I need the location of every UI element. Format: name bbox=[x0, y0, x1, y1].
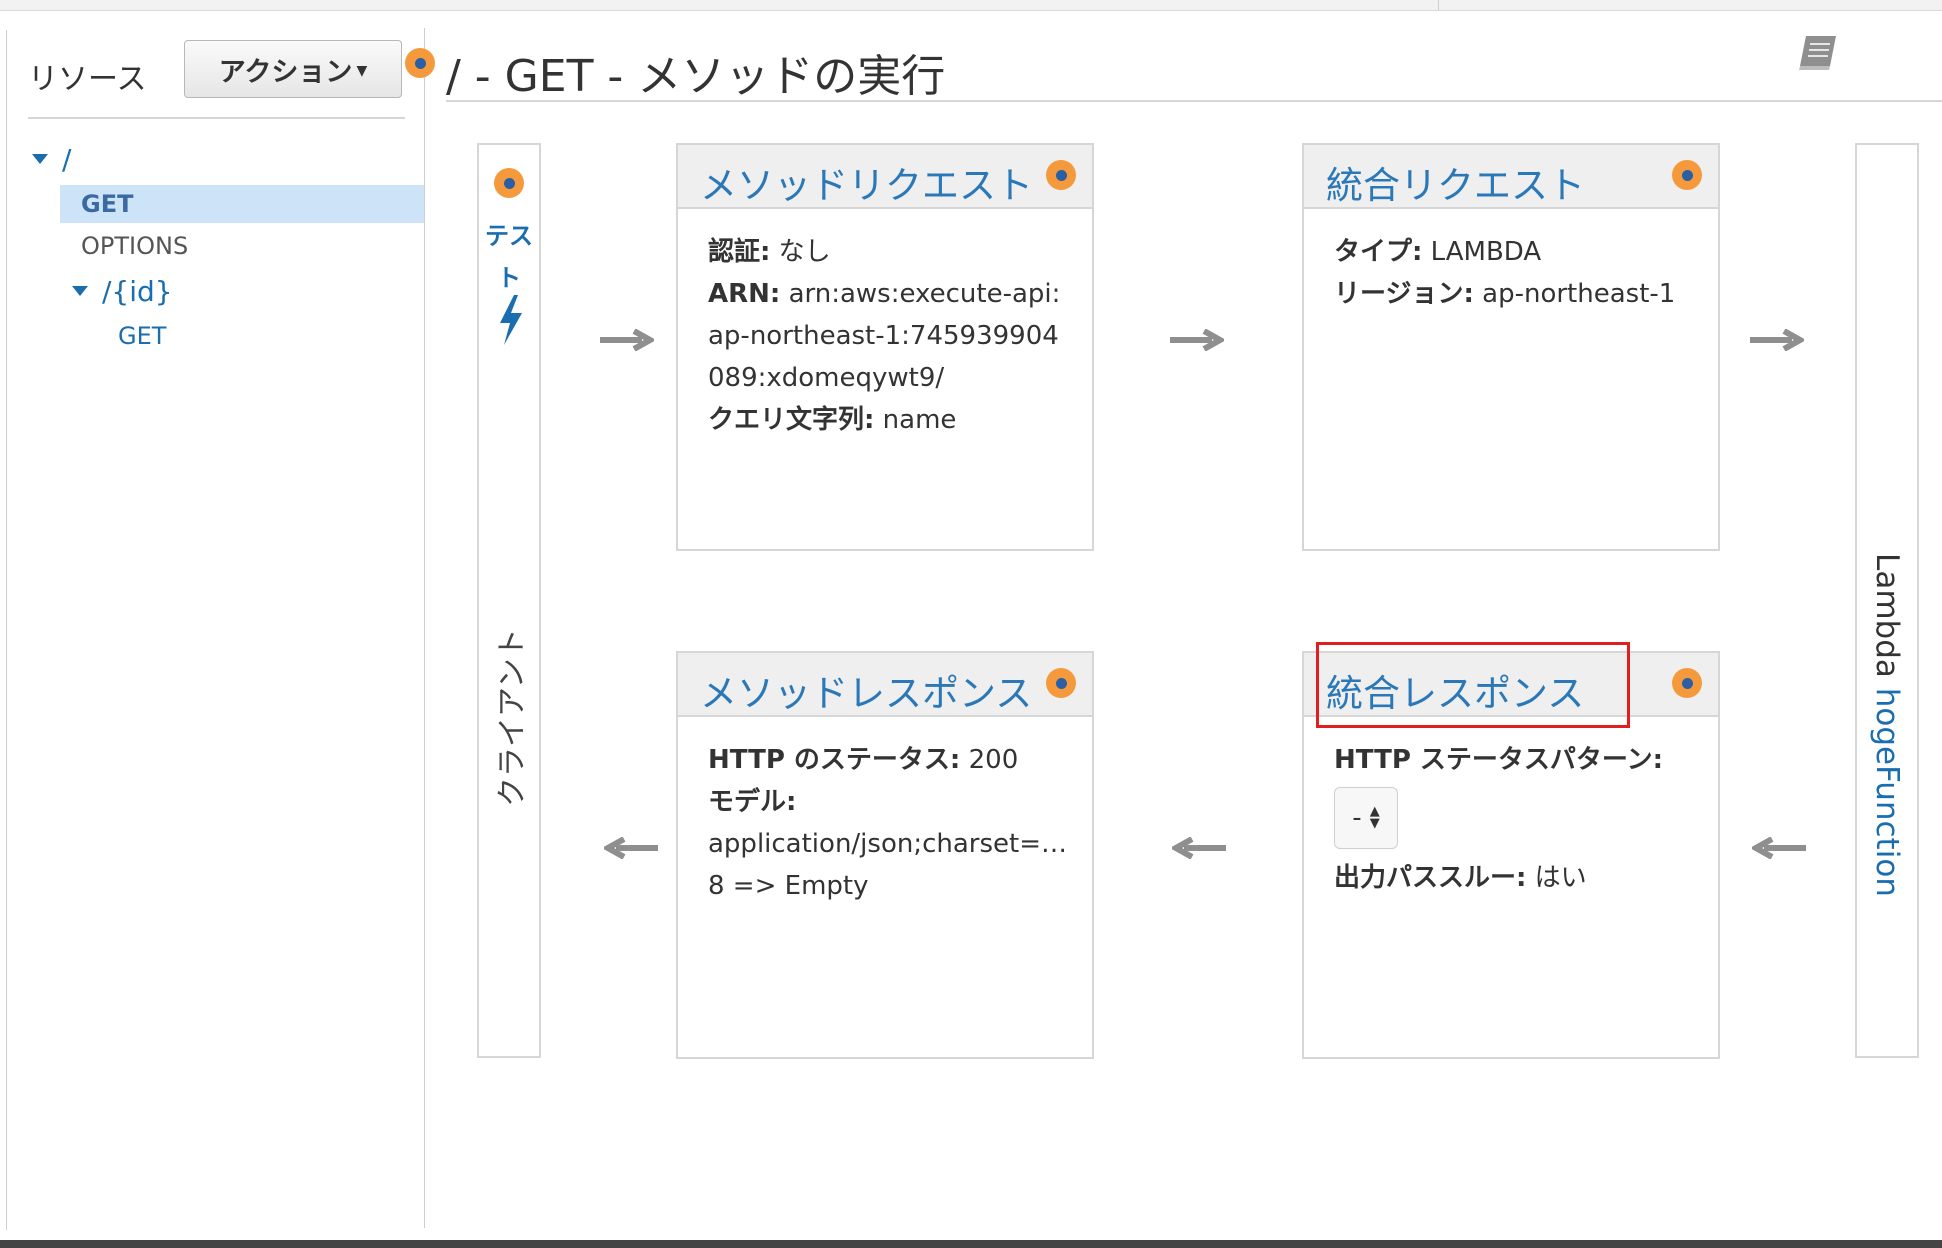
select-value: - bbox=[1352, 803, 1362, 833]
test-label-line[interactable]: テス bbox=[479, 215, 539, 257]
card-body: HTTP ステータスパターン: - ▲ ▼ 出力パススルー: はい bbox=[1304, 717, 1718, 1017]
info-icon[interactable] bbox=[405, 48, 435, 78]
lightning-icon[interactable] bbox=[496, 295, 524, 349]
status-row: HTTP のステータス: 200 bbox=[708, 739, 1092, 781]
model-value-cont: 8 => Empty bbox=[708, 871, 869, 901]
method-response-card: メソッドレスポンス HTTP のステータス: 200 モデル: applicat… bbox=[676, 651, 1094, 1059]
model-value: application/json;charset=UT… bbox=[708, 829, 1078, 859]
query-value: name bbox=[882, 405, 957, 435]
expand-triangle-icon[interactable] bbox=[72, 286, 88, 296]
arrow-left-icon bbox=[1752, 837, 1806, 859]
auth-value: なし bbox=[778, 237, 831, 267]
header-divider bbox=[446, 100, 1942, 102]
pattern-row: HTTP ステータスパターン: bbox=[1334, 739, 1718, 781]
integration-request-card: 統合リクエスト タイプ: LAMBDA リージョン: ap-northeast-… bbox=[1302, 143, 1720, 551]
card-body: HTTP のステータス: 200 モデル: application/json;c… bbox=[678, 717, 1092, 907]
passthrough-label: 出力パススルー: bbox=[1334, 863, 1527, 893]
card-body: タイプ: LAMBDA リージョン: ap-northeast-1 bbox=[1304, 209, 1718, 509]
region-value: ap-northeast-1 bbox=[1482, 279, 1676, 309]
status-label: HTTP のステータス: bbox=[708, 745, 961, 775]
tree-method-label[interactable]: GET bbox=[81, 190, 133, 218]
client-column: テス ト クライアント bbox=[477, 143, 541, 1058]
passthrough-row: 出力パススルー: はい bbox=[1334, 857, 1718, 899]
test-label-line[interactable]: ト bbox=[479, 257, 539, 299]
book-icon[interactable] bbox=[1796, 32, 1840, 76]
up-down-arrows-icon: ▲ ▼ bbox=[1369, 804, 1380, 831]
actions-button-label: アクション bbox=[218, 56, 353, 88]
sidebar-divider bbox=[28, 117, 405, 119]
type-label: タイプ: bbox=[1334, 237, 1423, 267]
card-header: メソッドレスポンス bbox=[678, 653, 1092, 717]
page-title: / - GET - メソッドの実行 bbox=[446, 51, 946, 102]
status-value: 200 bbox=[968, 745, 1019, 775]
tree-node-id[interactable]: /{id} bbox=[72, 272, 173, 310]
tree-method-label[interactable]: GET bbox=[118, 322, 166, 350]
tree-method-get-selected[interactable]: GET bbox=[60, 185, 425, 223]
info-icon[interactable] bbox=[1046, 160, 1076, 190]
method-response-link[interactable]: メソッドレスポンス bbox=[700, 663, 1032, 717]
tree-node-root[interactable]: / bbox=[32, 140, 71, 178]
lambda-function-link[interactable]: hogeFunction bbox=[1869, 688, 1905, 897]
query-label: クエリ文字列: bbox=[708, 405, 875, 435]
test-link[interactable]: テス ト bbox=[479, 215, 539, 299]
caret-down-icon: ▼ bbox=[356, 63, 368, 79]
card-body: 認証: なし ARN: arn:aws:execute-api:ap-north… bbox=[678, 209, 1092, 509]
method-request-card: メソッドリクエスト 認証: なし ARN: arn:aws:execute-ap… bbox=[676, 143, 1094, 551]
passthrough-value: はい bbox=[1534, 863, 1587, 893]
status-pattern-select[interactable]: - ▲ ▼ bbox=[1334, 787, 1398, 849]
resources-sidebar: リソース アクション ▼ / GET OPTIONS /{id} GET bbox=[0, 10, 425, 1238]
tree-method-options[interactable]: OPTIONS bbox=[81, 227, 188, 265]
info-icon[interactable] bbox=[1672, 668, 1702, 698]
card-header: 統合リクエスト bbox=[1304, 145, 1718, 209]
arrow-right-icon bbox=[1750, 329, 1804, 351]
info-icon[interactable] bbox=[1046, 668, 1076, 698]
arn-label: ARN: bbox=[708, 279, 781, 309]
info-icon[interactable] bbox=[494, 168, 524, 198]
arn-row: ARN: arn:aws:execute-api:ap-northeast-1:… bbox=[708, 273, 1068, 399]
topbar-separator bbox=[1438, 0, 1439, 10]
card-header: メソッドリクエスト bbox=[678, 145, 1092, 209]
integration-request-link[interactable]: 統合リクエスト bbox=[1326, 155, 1585, 209]
tree-method-label[interactable]: OPTIONS bbox=[81, 232, 188, 260]
lambda-column: Lambda hogeFunction bbox=[1855, 143, 1919, 1058]
type-row: タイプ: LAMBDA bbox=[1334, 231, 1718, 273]
lambda-prefix: Lambda bbox=[1869, 553, 1905, 688]
info-icon[interactable] bbox=[1672, 160, 1702, 190]
arrow-left-icon bbox=[604, 837, 658, 859]
model-label: モデル: bbox=[708, 787, 797, 817]
query-row: クエリ文字列: name bbox=[708, 399, 1092, 441]
lambda-label: Lambda hogeFunction bbox=[1869, 553, 1905, 897]
arrow-left-icon bbox=[1172, 837, 1226, 859]
arrow-right-icon bbox=[600, 329, 654, 351]
auth-row: 認証: なし bbox=[708, 231, 1092, 273]
client-label: クライアント bbox=[495, 628, 530, 807]
highlight-annotation-box bbox=[1316, 642, 1630, 728]
actions-dropdown-button[interactable]: アクション ▼ bbox=[184, 40, 402, 98]
sidebar-border bbox=[424, 28, 425, 1228]
tree-method-id-get[interactable]: GET bbox=[118, 317, 166, 355]
model-row: モデル: bbox=[708, 781, 1092, 823]
pattern-label: HTTP ステータスパターン: bbox=[1334, 745, 1664, 775]
tree-node-label[interactable]: / bbox=[62, 143, 71, 176]
method-request-link[interactable]: メソッドリクエスト bbox=[700, 155, 1033, 209]
bottom-bar bbox=[0, 1240, 1942, 1248]
region-row: リージョン: ap-northeast-1 bbox=[1334, 273, 1718, 315]
auth-label: 認証: bbox=[708, 237, 771, 267]
tree-node-label[interactable]: /{id} bbox=[102, 275, 173, 308]
expand-triangle-icon[interactable] bbox=[32, 154, 48, 164]
region-label: リージョン: bbox=[1334, 279, 1474, 309]
arrow-right-icon bbox=[1170, 329, 1224, 351]
type-value: LAMBDA bbox=[1430, 237, 1542, 267]
resources-heading: リソース bbox=[28, 62, 147, 97]
